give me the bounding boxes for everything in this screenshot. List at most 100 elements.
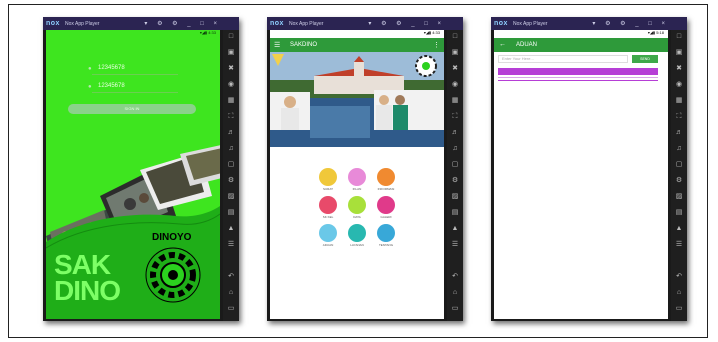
menu-grid: SURAT IKLAN INFORMASI SK KEL DATA GALERI ADUAN… [270, 147, 444, 319]
complaint-list-header [498, 68, 658, 75]
emulator-titlebar: nox Nox App Player ▾ ⚙ ⚙ _ □ × [43, 17, 239, 30]
screenshot-icon[interactable]: ▣ [451, 49, 459, 57]
send-button[interactable]: SEND [632, 55, 658, 63]
volume-up-icon[interactable]: ♬ [451, 129, 459, 137]
menu-button-label: GALERI [380, 215, 392, 219]
apk-icon[interactable]: ▦ [227, 97, 235, 105]
username-field[interactable]: 12345678 [98, 65, 125, 71]
emulator-window-home: nox Nox App Player ▾ ⚙ ⚙ _ □ × ▾◢▮ 4:33 … [267, 17, 463, 321]
folder-icon[interactable]: ▢ [227, 161, 235, 169]
home-screen: ▾◢▮ 4:33 ☰ SAKDINO ⋮ SURAT IKLAN INFORMA… [270, 30, 444, 319]
fullscreen-icon[interactable]: ⛶ [451, 113, 459, 121]
volume-down-icon[interactable]: ♫ [675, 145, 683, 153]
overflow-menu-icon[interactable]: ⋮ [433, 41, 440, 49]
password-field[interactable]: 12345678 [98, 83, 125, 89]
sign-in-button[interactable]: SIGN IN [68, 104, 196, 114]
shake-icon[interactable]: ▨ [227, 193, 235, 201]
window-controls[interactable]: ▾ ⚙ ⚙ _ □ × [368, 20, 445, 27]
recent-apps-icon[interactable]: ▭ [227, 305, 235, 313]
emulator-sidebar: □ ▣ ✖ ◉ ▦ ⛶ ♬ ♫ ▢ ⚙ ▨ ▤ ▲ ☰ ↶ ⌂ ▭ [447, 30, 463, 321]
figure-frame: nox Nox App Player ▾ ⚙ ⚙ _ □ × ▾◢▮ 4:33 … [8, 4, 708, 338]
back-icon[interactable]: ↶ [675, 273, 683, 281]
apk-icon[interactable]: ▦ [451, 97, 459, 105]
apk-icon[interactable]: ▦ [675, 97, 683, 105]
cut-icon[interactable]: ✖ [675, 65, 683, 73]
nox-logo: nox [494, 20, 508, 27]
volume-down-icon[interactable]: ♫ [451, 145, 459, 153]
dinoyo-label: DINOYO [152, 232, 192, 243]
shake-icon[interactable]: ▨ [675, 193, 683, 201]
multi-instance-icon[interactable]: ▤ [227, 209, 235, 217]
status-bar: ▾◢▮ 4:33 [199, 30, 216, 35]
hamburger-menu-icon[interactable]: ☰ [274, 41, 280, 49]
nox-logo: nox [270, 20, 284, 27]
menu-button-layanan[interactable] [348, 224, 366, 242]
shake-icon[interactable]: ▨ [451, 193, 459, 201]
multi-instance-icon[interactable]: ▤ [451, 209, 459, 217]
macro-icon[interactable]: ▲ [451, 225, 459, 233]
recent-apps-icon[interactable]: ▭ [451, 305, 459, 313]
recent-apps-icon[interactable]: ▭ [675, 305, 683, 313]
menu-button-surat[interactable] [319, 168, 337, 186]
location-icon[interactable]: ◉ [227, 81, 235, 89]
keyboard-icon[interactable]: □ [227, 33, 235, 41]
settings-icon[interactable]: ⚙ [451, 177, 459, 185]
screenshot-icon[interactable]: ▣ [675, 49, 683, 57]
cut-icon[interactable]: ✖ [451, 65, 459, 73]
menu-button-tentang[interactable] [377, 224, 395, 242]
volume-up-icon[interactable]: ♬ [227, 129, 235, 137]
window-title: Nox App Player [289, 21, 324, 27]
home-icon[interactable]: ⌂ [227, 289, 235, 297]
settings-icon[interactable]: ⚙ [227, 177, 235, 185]
more-icon[interactable]: ☰ [227, 241, 235, 249]
window-title: Nox App Player [65, 21, 100, 27]
emulator-window-login: nox Nox App Player ▾ ⚙ ⚙ _ □ × ▾◢▮ 4:33 … [43, 17, 239, 321]
menu-button-galeri[interactable] [377, 196, 395, 214]
lock-icon: ● [88, 84, 92, 90]
user-icon: ● [88, 66, 92, 72]
window-controls[interactable]: ▾ ⚙ ⚙ _ □ × [592, 20, 669, 27]
cut-icon[interactable]: ✖ [227, 65, 235, 73]
location-icon[interactable]: ◉ [451, 81, 459, 89]
menu-button-sk-kel[interactable] [319, 196, 337, 214]
status-bar: ▾◢▮ 5:18 [647, 30, 664, 35]
home-icon[interactable]: ⌂ [675, 289, 683, 297]
emulator-sidebar: □ ▣ ✖ ◉ ▦ ⛶ ♬ ♫ ▢ ⚙ ▨ ▤ ▲ ☰ ↶ ⌂ ▭ [223, 30, 239, 321]
more-icon[interactable]: ☰ [451, 241, 459, 249]
multi-instance-icon[interactable]: ▤ [675, 209, 683, 217]
back-icon[interactable]: ↶ [451, 273, 459, 281]
more-icon[interactable]: ☰ [675, 241, 683, 249]
volume-up-icon[interactable]: ♬ [675, 129, 683, 137]
menu-button-aduan[interactable] [319, 224, 337, 242]
keyboard-icon[interactable]: □ [451, 33, 459, 41]
menu-button-data[interactable] [348, 196, 366, 214]
back-arrow-icon[interactable]: ← [499, 41, 506, 48]
window-title: Nox App Player [513, 21, 548, 27]
emulator-titlebar: nox Nox App Player ▾ ⚙ ⚙ _ □ × [491, 17, 687, 30]
username-underline [92, 74, 178, 75]
fullscreen-icon[interactable]: ⛶ [675, 113, 683, 121]
hero-banner-image [270, 52, 444, 147]
keyboard-icon[interactable]: □ [675, 33, 683, 41]
folder-icon[interactable]: ▢ [451, 161, 459, 169]
menu-button-label: TENTANG [378, 243, 394, 247]
settings-icon[interactable]: ⚙ [675, 177, 683, 185]
menu-button-iklan[interactable] [348, 168, 366, 186]
menu-button-informasi[interactable] [377, 168, 395, 186]
fullscreen-icon[interactable]: ⛶ [227, 113, 235, 121]
folder-icon[interactable]: ▢ [675, 161, 683, 169]
home-icon[interactable]: ⌂ [451, 289, 459, 297]
dinoyo-gear-logo [145, 247, 201, 303]
complaint-input-row: Enter Your Here... SEND [498, 55, 658, 65]
volume-down-icon[interactable]: ♫ [227, 145, 235, 153]
location-icon[interactable]: ◉ [675, 81, 683, 89]
macro-icon[interactable]: ▲ [675, 225, 683, 233]
complaint-input[interactable]: Enter Your Here... [498, 55, 628, 63]
screenshot-icon[interactable]: ▣ [227, 49, 235, 57]
emulator-titlebar: nox Nox App Player ▾ ⚙ ⚙ _ □ × [267, 17, 463, 30]
emulator-sidebar: □ ▣ ✖ ◉ ▦ ⛶ ♬ ♫ ▢ ⚙ ▨ ▤ ▲ ☰ ↶ ⌂ ▭ [671, 30, 687, 321]
emulator-window-aduan: nox Nox App Player ▾ ⚙ ⚙ _ □ × ▾◢▮ 5:18 … [491, 17, 687, 321]
back-icon[interactable]: ↶ [227, 273, 235, 281]
macro-icon[interactable]: ▲ [227, 225, 235, 233]
window-controls[interactable]: ▾ ⚙ ⚙ _ □ × [144, 20, 221, 27]
